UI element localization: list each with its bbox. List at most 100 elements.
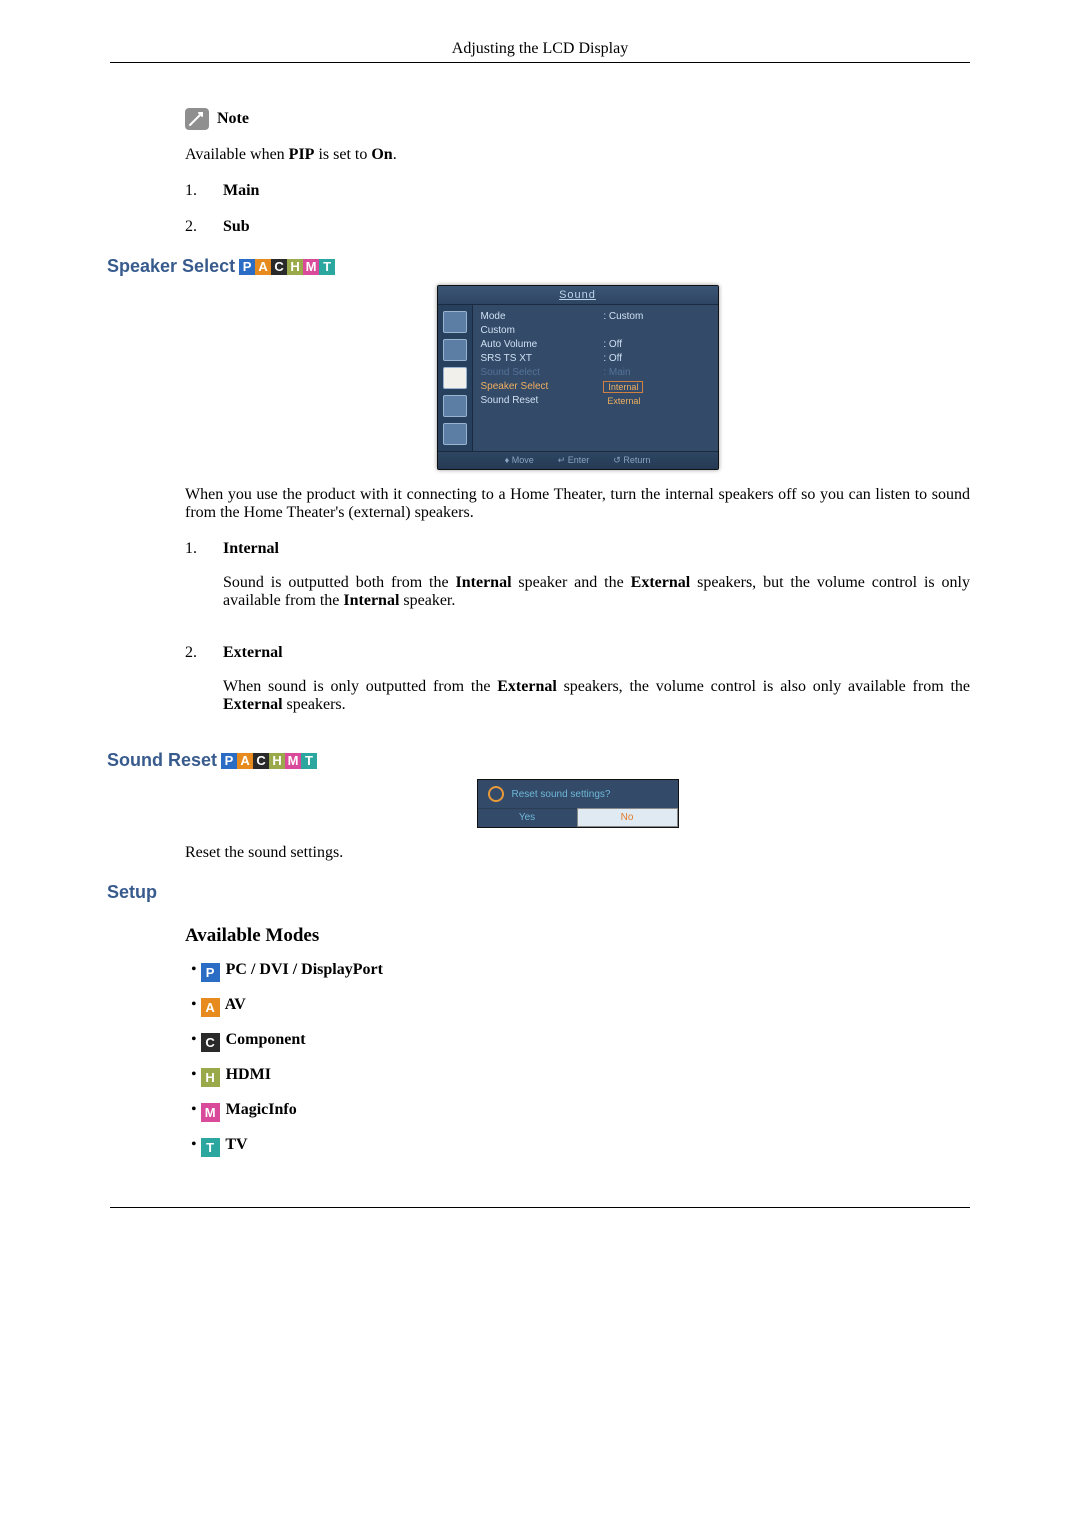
reset-question: Reset sound settings?	[512, 789, 611, 800]
b: External	[497, 678, 557, 695]
osd-screenshot: Sound Mode Custom Auto Volume SRS TS XT	[185, 285, 970, 470]
osd-option: External	[603, 396, 709, 406]
t: speakers, the volume control is also onl…	[557, 678, 970, 695]
num: 1.	[185, 540, 203, 626]
setup-content: Available Modes P PC / DVI / DisplayPort…	[185, 925, 970, 1157]
mode-item: T TV	[191, 1136, 970, 1157]
osd-val-dim: : Main	[603, 367, 709, 378]
mode-chip-icon: T	[201, 1138, 220, 1157]
mode-item: M MagicInfo	[191, 1101, 970, 1122]
osd-foot-enter: ↵ Enter	[558, 455, 590, 466]
b: External	[631, 574, 691, 591]
b: Internal	[456, 574, 512, 591]
mode-chip-icon: H	[201, 1068, 220, 1087]
b: External	[223, 696, 283, 713]
b: Internal	[343, 592, 399, 609]
osd-val: : Custom	[603, 311, 709, 322]
warning-icon	[488, 786, 504, 802]
osd-option-selected: Internal	[603, 381, 643, 393]
list-item: 2. External When sound is only outputted…	[185, 644, 970, 730]
reset-question-row: Reset sound settings?	[478, 780, 678, 808]
on-word: On	[371, 146, 392, 163]
mode-chip-icon: A	[201, 998, 220, 1017]
header-rule	[110, 62, 970, 63]
heading-setup: Setup	[107, 882, 970, 903]
t: speakers.	[283, 696, 346, 713]
osd-footer: ♦ Move ↵ Enter ↺ Return	[438, 451, 718, 469]
badge-a: A	[255, 259, 271, 275]
mode-chip-icon: M	[201, 1103, 220, 1122]
osd-cat-icon	[443, 311, 467, 333]
num: 1.	[185, 182, 203, 200]
osd-title: Sound	[438, 286, 718, 305]
badge-m: M	[285, 753, 301, 769]
num: 2.	[185, 644, 203, 730]
desc: When sound is only outputted from the Ex…	[223, 678, 970, 714]
list-item: 1. Internal Sound is outputted both from…	[185, 540, 970, 626]
modes-list: P PC / DVI / DisplayPortA AVC ComponentH…	[191, 961, 970, 1157]
reset-content: Reset sound settings? Yes No Reset the s…	[185, 779, 970, 862]
t: Sound is outputted both from the	[223, 574, 456, 591]
osd-foot-return: ↺ Return	[613, 455, 650, 466]
osd-row: SRS TS XT	[481, 353, 598, 364]
heading-sound-reset: Sound Reset P A C H M T	[107, 750, 970, 771]
badge-c: C	[253, 753, 269, 769]
t: is set to	[314, 146, 371, 163]
label: Main	[223, 182, 259, 200]
osd-row: Sound Reset	[481, 395, 598, 406]
osd-val	[603, 325, 709, 336]
reset-dialog-screenshot: Reset sound settings? Yes No	[185, 779, 970, 828]
main-sub-list: 1. Main 2. Sub	[185, 182, 970, 236]
mode-label: AV	[222, 996, 246, 1013]
pachmt-badges: P A C H M T	[239, 259, 335, 275]
osd-val: : Off	[603, 353, 709, 364]
speaker-options: 1. Internal Sound is outputted both from…	[185, 540, 970, 730]
osd-category-icons	[438, 305, 473, 451]
pachmt-badges: P A C H M T	[221, 753, 317, 769]
reset-dialog: Reset sound settings? Yes No	[477, 779, 679, 828]
subheading-available-modes: Available Modes	[185, 925, 970, 947]
reset-buttons: Yes No	[478, 808, 678, 827]
t: speaker.	[399, 592, 455, 609]
no-button[interactable]: No	[577, 808, 678, 827]
badge-t: T	[301, 753, 317, 769]
mode-chip-icon: P	[201, 963, 220, 982]
num: 2.	[185, 218, 203, 236]
heading-text: Setup	[107, 882, 157, 903]
footer-rule	[110, 1207, 970, 1208]
osd-labels: Mode Custom Auto Volume SRS TS XT Sound …	[481, 311, 598, 447]
osd-body: Mode Custom Auto Volume SRS TS XT Sound …	[438, 305, 718, 451]
badge-c: C	[271, 259, 287, 275]
mode-chip-icon: C	[201, 1033, 220, 1052]
note-block: Note	[185, 108, 970, 130]
heading-text: Sound Reset	[107, 750, 217, 771]
list-item: 1. Main	[185, 182, 970, 200]
osd-row: Mode	[481, 311, 598, 322]
t: Move	[512, 455, 534, 465]
osd-cat-icon	[443, 395, 467, 417]
page-header: Adjusting the LCD Display	[110, 40, 970, 58]
content-area: Note Available when PIP is set to On. 1.…	[185, 108, 970, 236]
osd-row-active: Speaker Select	[481, 381, 598, 392]
badge-p: P	[239, 259, 255, 275]
badge-m: M	[303, 259, 319, 275]
speaker-content: Sound Mode Custom Auto Volume SRS TS XT	[185, 285, 970, 730]
mode-item: A AV	[191, 996, 970, 1017]
list-item: 2. Sub	[185, 218, 970, 236]
mode-label: PC / DVI / DisplayPort	[222, 961, 383, 978]
osd-cat-icon	[443, 339, 467, 361]
note-label: Note	[217, 110, 249, 128]
speaker-description: When you use the product with it connect…	[185, 486, 970, 522]
mode-item: H HDMI	[191, 1066, 970, 1087]
t: Return	[623, 455, 650, 465]
badge-t: T	[319, 259, 335, 275]
reset-description: Reset the sound settings.	[185, 844, 970, 862]
t: Enter	[568, 455, 590, 465]
osd-cat-icon	[443, 423, 467, 445]
note-icon	[185, 108, 209, 130]
mode-label: HDMI	[222, 1066, 271, 1083]
label: External	[223, 644, 970, 662]
badge-a: A	[237, 753, 253, 769]
yes-button[interactable]: Yes	[478, 808, 577, 827]
pip-word: PIP	[289, 146, 315, 163]
